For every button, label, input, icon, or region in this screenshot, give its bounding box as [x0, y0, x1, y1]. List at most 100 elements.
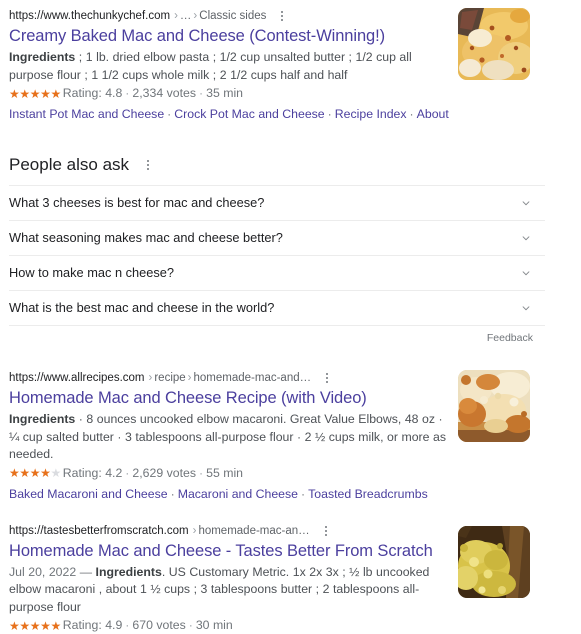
star-icon: ★: [30, 467, 40, 479]
result-2-rating-value: 4.2: [105, 466, 122, 480]
result-1-body: https://www.thechunkychef.com ›…›Classic…: [9, 8, 449, 123]
dot-separator: ·: [196, 466, 206, 480]
result-2-crumb-b: homemade-mac-and…: [194, 372, 312, 384]
star-icon: ★: [30, 620, 40, 632]
people-also-ask-question: How to make mac n cheese?: [9, 264, 174, 282]
result-1-duration: 35 min: [206, 86, 243, 100]
star-icon-empty: ★: [50, 467, 60, 479]
dot-separator: ·: [298, 487, 308, 501]
result-1-rating-text: Rating: 4.8·2,334 votes·35 min: [63, 85, 243, 102]
star-icon: ★: [30, 88, 40, 100]
search-result-3: https://tastesbetterfromscratch.com ›hom…: [0, 523, 581, 634]
star-icon: ★: [19, 620, 29, 632]
result-1-crumb-a: …: [180, 10, 192, 22]
star-icon: ★: [40, 620, 50, 632]
result-3-crumb-a: homemade-mac-an…: [198, 525, 309, 537]
result-3-url-line: https://tastesbetterfromscratch.com ›hom…: [9, 523, 449, 539]
result-1-stars: ★★★★★: [9, 88, 61, 100]
people-also-ask-item[interactable]: What 3 cheeses is best for mac and chees…: [9, 186, 545, 221]
result-2-snippet-bold: Ingredients: [9, 412, 75, 426]
result-2-url-line: https://www.allrecipes.com ›recipe›homem…: [9, 370, 449, 386]
result-3-snippet-bold: Ingredients: [96, 565, 162, 579]
result-2-snippet: Ingredients · 8 ounces uncooked elbow ma…: [9, 409, 449, 464]
chevron-down-icon[interactable]: [519, 196, 533, 210]
people-also-ask-heading-row: People also ask: [9, 153, 545, 185]
result-2-crumb-a: recipe: [154, 372, 185, 384]
result-2-kebab-menu-icon[interactable]: [319, 370, 335, 386]
result-2-body: https://www.allrecipes.com ›recipe›homem…: [9, 370, 449, 503]
star-icon: ★: [40, 88, 50, 100]
result-2-stars: ★★★★★: [9, 467, 61, 479]
sitelink[interactable]: Instant Pot Mac and Cheese: [9, 107, 164, 121]
result-1-votes: 2,334 votes: [132, 86, 196, 100]
dot-separator: ·: [168, 487, 178, 501]
people-also-ask-item[interactable]: How to make mac n cheese?: [9, 256, 545, 291]
result-3-rating-label: Rating:: [63, 618, 102, 632]
breadcrumb-arrow-icon: ›: [172, 10, 180, 22]
result-2-domain[interactable]: https://www.allrecipes.com: [9, 370, 145, 386]
result-2-duration: 55 min: [206, 466, 243, 480]
star-icon: ★: [19, 467, 29, 479]
result-1-snippet: Ingredients ; 1 lb. dried elbow pasta ; …: [9, 47, 449, 84]
sitelink[interactable]: Crock Pot Mac and Cheese: [174, 107, 324, 121]
result-2-snippet-text: · 8 ounces uncooked elbow macaroni. Grea…: [9, 412, 446, 461]
result-1-kebab-menu-icon[interactable]: [274, 8, 290, 24]
result-1-snippet-bold: Ingredients: [9, 50, 75, 64]
dot-separator: ·: [186, 618, 196, 632]
people-also-ask-question: What seasoning makes mac and cheese bett…: [9, 229, 283, 247]
star-icon: ★: [40, 467, 50, 479]
sitelink[interactable]: Recipe Index: [335, 107, 407, 121]
result-3-title-link[interactable]: Homemade Mac and Cheese - Tastes Better …: [9, 539, 449, 562]
thumbnail-image: [458, 526, 530, 598]
people-also-ask-kebab-menu-icon[interactable]: [140, 157, 156, 173]
dot-separator: ·: [122, 466, 132, 480]
dot-separator: ·: [164, 107, 174, 121]
sitelink[interactable]: Macaroni and Cheese: [178, 487, 298, 501]
result-1-domain[interactable]: https://www.thechunkychef.com: [9, 8, 170, 24]
star-icon: ★: [9, 88, 19, 100]
result-3-snippet-date: Jul 20, 2022 —: [9, 565, 96, 579]
people-also-ask-item[interactable]: What is the best mac and cheese in the w…: [9, 291, 545, 326]
dot-separator: ·: [407, 107, 417, 121]
result-3-votes: 670 votes: [132, 618, 185, 632]
sitelink[interactable]: Baked Macaroni and Cheese: [9, 487, 168, 501]
search-results-page: https://www.thechunkychef.com ›…›Classic…: [0, 0, 581, 634]
result-2-votes: 2,629 votes: [132, 466, 196, 480]
result-1-rating-value: 4.8: [105, 86, 122, 100]
result-2-rating-label: Rating:: [63, 466, 102, 480]
sitelink[interactable]: Toasted Breadcrumbs: [308, 487, 428, 501]
thumbnail-image: [458, 8, 530, 80]
result-3-snippet: Jul 20, 2022 — Ingredients. US Customary…: [9, 562, 449, 617]
result-1-rating-label: Rating:: [63, 86, 102, 100]
people-also-ask-heading: People also ask: [9, 153, 129, 177]
section-spacer: [0, 503, 581, 523]
star-icon: ★: [9, 467, 19, 479]
result-2-rating-text: Rating: 4.2·2,629 votes·55 min: [63, 465, 243, 482]
people-also-ask-section: People also ask What 3 cheeses is best f…: [0, 153, 545, 344]
result-2-title-link[interactable]: Homemade Mac and Cheese Recipe (with Vid…: [9, 386, 449, 409]
result-1-thumbnail[interactable]: [458, 8, 530, 80]
result-3-stars: ★★★★★: [9, 620, 61, 632]
result-3-domain[interactable]: https://tastesbetterfromscratch.com: [9, 523, 189, 539]
star-icon: ★: [19, 88, 29, 100]
chevron-down-icon[interactable]: [519, 231, 533, 245]
result-2-thumbnail[interactable]: [458, 370, 530, 442]
people-also-ask-question: What is the best mac and cheese in the w…: [9, 299, 274, 317]
people-also-ask-item[interactable]: What seasoning makes mac and cheese bett…: [9, 221, 545, 256]
feedback-link[interactable]: Feedback: [487, 332, 533, 344]
result-1-title-link[interactable]: Creamy Baked Mac and Cheese (Contest-Win…: [9, 24, 449, 47]
section-spacer: [0, 123, 581, 153]
result-3-kebab-menu-icon[interactable]: [318, 523, 334, 539]
sitelink[interactable]: About: [417, 107, 449, 121]
thumbnail-image: [458, 370, 530, 442]
chevron-down-icon[interactable]: [519, 301, 533, 315]
result-3-thumbnail[interactable]: [458, 526, 530, 598]
search-result-2: https://www.allrecipes.com ›recipe›homem…: [0, 370, 581, 503]
section-spacer: [0, 344, 581, 370]
result-2-rating: ★★★★★ Rating: 4.2·2,629 votes·55 min: [9, 464, 449, 482]
people-also-ask-footer: Feedback: [9, 326, 545, 344]
chevron-down-icon[interactable]: [519, 266, 533, 280]
result-1-breadcrumb: ›…›Classic sides: [172, 8, 266, 24]
result-3-rating-text: Rating: 4.9·670 votes·30 min: [63, 617, 233, 634]
result-3-body: https://tastesbetterfromscratch.com ›hom…: [9, 523, 449, 634]
